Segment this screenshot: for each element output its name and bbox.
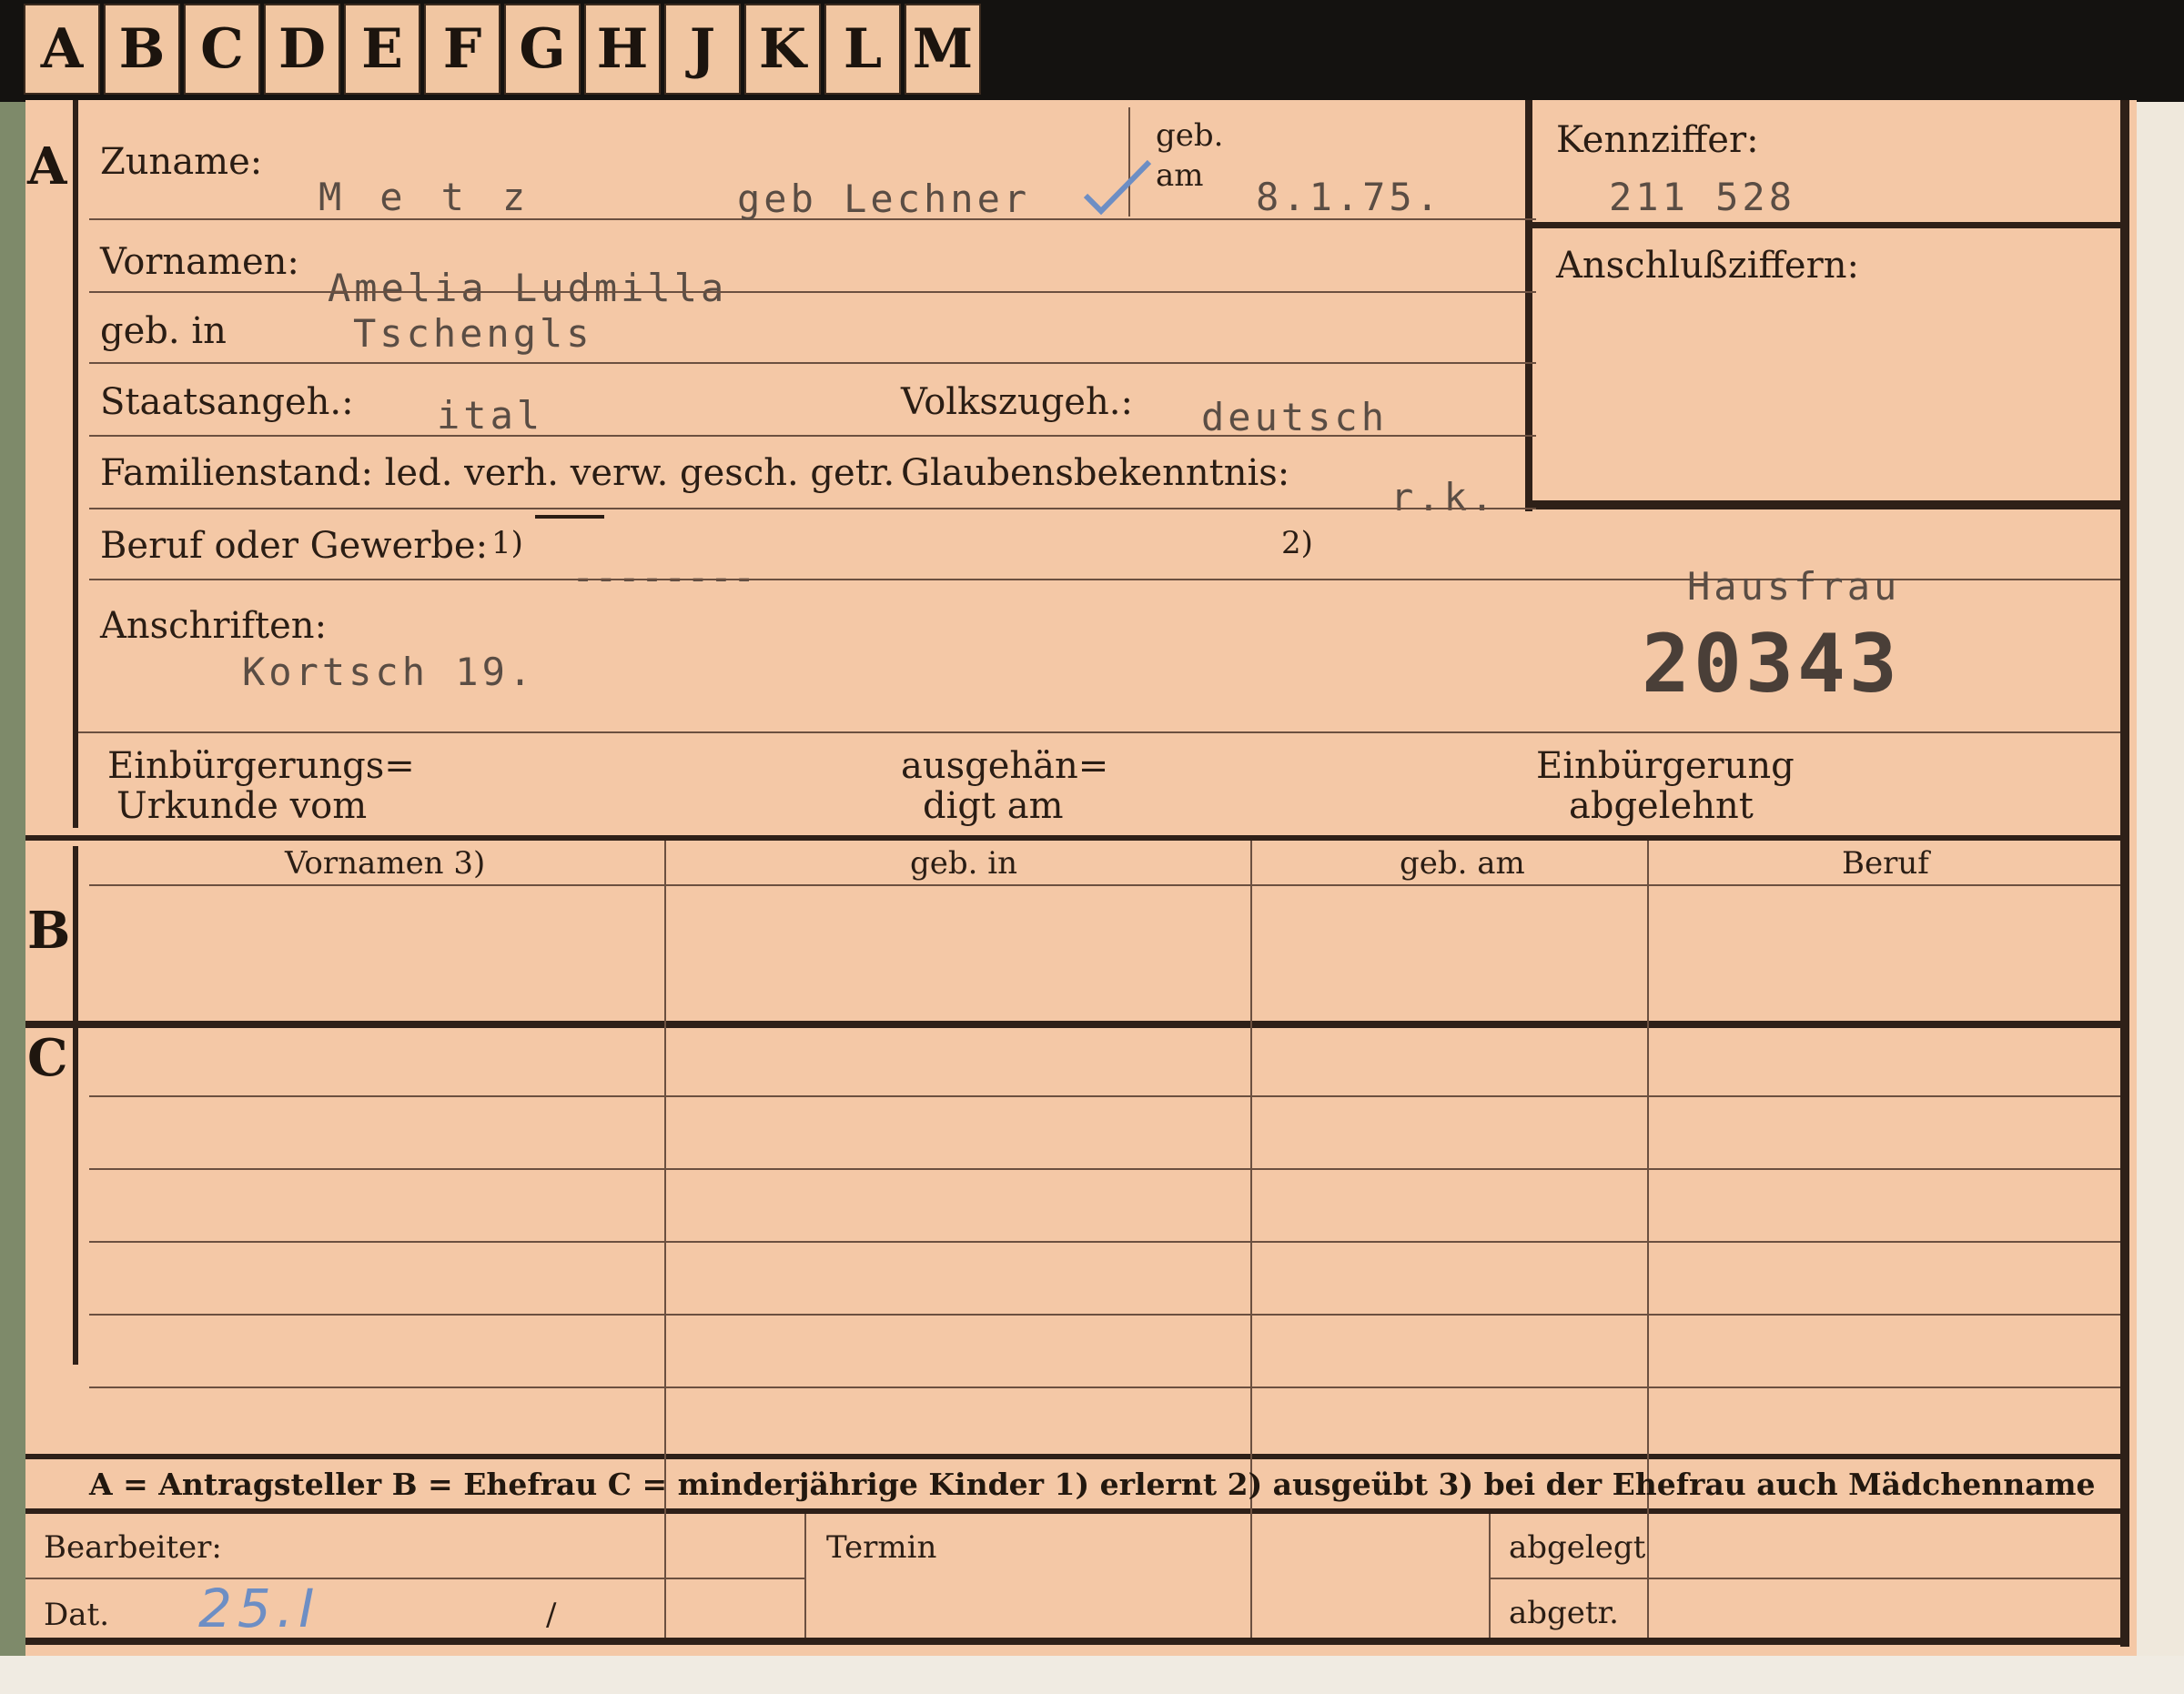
anschriften-label: Anschriften:	[100, 605, 328, 647]
vornamen-line	[89, 291, 1536, 293]
zuname-label: Zuname:	[100, 141, 263, 183]
stamp-number: 20343	[1642, 617, 1901, 711]
bearbeiter-label: Bearbeiter:	[44, 1529, 222, 1566]
familienstand-line	[89, 508, 1536, 509]
ausgehaen-label-1: ausgehän=	[901, 745, 1109, 787]
section-label-c: C	[27, 1028, 68, 1088]
divider-a-b	[25, 835, 2129, 841]
frame-right	[2120, 100, 2129, 1647]
col-header-geb-am: geb. am	[1400, 845, 1525, 882]
table-b-header-line	[89, 884, 2120, 886]
index-tab-d[interactable]: D	[264, 4, 340, 95]
einb-urkunde-label-2: Urkunde vom	[116, 785, 368, 827]
index-tab-l[interactable]: L	[824, 4, 901, 95]
frame-left-a	[73, 100, 78, 828]
table-c-row-line	[89, 1168, 2120, 1170]
glaubens-value: r.k.	[1390, 475, 1498, 519]
dat-value: 25.I	[198, 1578, 320, 1639]
frame-left-bc	[73, 846, 78, 1365]
geb-in-label: geb. in	[100, 310, 227, 352]
footer-bearbeiter-line	[25, 1578, 804, 1579]
col-header-geb-in: geb. in	[910, 845, 1018, 882]
anschluss-label: Anschlußziffern:	[1556, 245, 1859, 287]
index-tab-h[interactable]: H	[584, 4, 661, 95]
geburtsname-value: geb Lechner	[737, 176, 1031, 221]
ausgehaen-label-2: digt am	[923, 785, 1064, 827]
index-tab-c[interactable]: C	[184, 4, 260, 95]
index-tab-f[interactable]: F	[424, 4, 500, 95]
index-tab-j[interactable]: J	[664, 4, 741, 95]
kennziffer-box-divider	[1532, 222, 2120, 228]
anschrift-value: Kortsch 19.	[242, 650, 536, 694]
index-tab-m[interactable]: M	[905, 4, 981, 95]
check-mark-icon	[1083, 159, 1152, 216]
beruf-note-1: 1)	[491, 525, 523, 561]
card-left-edge	[0, 0, 25, 1694]
am-label: am	[1156, 157, 1204, 194]
beruf-label: Beruf oder Gewerbe:	[100, 525, 489, 567]
familienstand-underline-verw	[535, 515, 604, 519]
beruf-note-2: 2)	[1281, 525, 1313, 561]
kennziffer-value: 211 528	[1609, 175, 1796, 219]
divider-b-c	[25, 1021, 2129, 1028]
index-tab-g[interactable]: G	[504, 4, 581, 95]
footer-abgelegt-line	[1489, 1578, 2120, 1579]
glaubens-label: Glaubensbekenntnis:	[901, 452, 1290, 494]
beruf-dashes: --------	[571, 555, 756, 600]
vornamen-value: Amelia Ludmilla	[328, 266, 728, 310]
col-divider-2	[1250, 841, 1252, 1638]
volkszugeh-label: Volkszugeh.:	[901, 381, 1133, 423]
einb-abgelehnt-label-2: abgelehnt	[1569, 785, 1754, 827]
table-c-row-line	[89, 1241, 2120, 1243]
frame-bottom	[25, 1638, 2129, 1645]
einb-abgelehnt-label-1: Einbürgerung	[1536, 745, 1795, 787]
footer-divider-2	[1489, 1514, 1491, 1638]
geb-label: geb.	[1156, 117, 1224, 154]
abgetr-label: abgetr.	[1509, 1595, 1619, 1631]
table-c-row-line	[89, 1095, 2120, 1097]
kennziffer-label: Kennziffer:	[1556, 119, 1759, 161]
dat-label: Dat.	[44, 1597, 110, 1633]
dat-slash: /	[546, 1597, 557, 1633]
staatsangeh-label: Staatsangeh.:	[100, 381, 354, 423]
anschriften-line	[78, 731, 2120, 733]
index-tab-e[interactable]: E	[344, 4, 420, 95]
col-divider-3	[1647, 841, 1649, 1638]
section-label-b: B	[27, 901, 71, 961]
section-label-a: A	[27, 136, 67, 197]
beruf-value: Hausfrau	[1687, 564, 1901, 609]
index-tab-a[interactable]: A	[24, 4, 100, 95]
index-tabs: A B C D E F G H J K L M	[24, 4, 985, 98]
col-header-vornamen: Vornamen 3)	[285, 845, 486, 882]
legend-text: A = Antragsteller B = Ehefrau C = minder…	[89, 1467, 2096, 1502]
record-card: A B C Zuname: geb. am Metz geb Lechner 8…	[25, 100, 2137, 1656]
col-header-beruf: Beruf	[1842, 845, 1929, 882]
divider-legend-top	[25, 1454, 2129, 1459]
familienstand-label: Familienstand: led. verh. verw. gesch. g…	[100, 452, 895, 494]
index-tab-b[interactable]: B	[104, 4, 180, 95]
geb-in-line	[89, 362, 1536, 364]
kennziffer-box-left	[1525, 100, 1532, 511]
kennziffer-box-bottom	[1525, 500, 2120, 509]
geb-am-value: 8.1.75.	[1256, 175, 1443, 219]
einb-urkunde-label-1: Einbürgerungs=	[107, 745, 415, 787]
vornamen-label: Vornamen:	[100, 241, 299, 283]
table-c-row-line	[89, 1386, 2120, 1388]
volkszugeh-value: deutsch	[1201, 395, 1389, 439]
zuname-value: Metz	[318, 175, 564, 219]
abgelegt-label: abgelegt	[1509, 1529, 1646, 1566]
card-bottom-margin	[0, 1656, 2184, 1694]
staatsangeh-line	[89, 435, 1536, 437]
geb-in-value: Tschengls	[353, 311, 593, 356]
termin-label: Termin	[826, 1529, 937, 1566]
col-divider-1	[664, 841, 666, 1638]
staatsangeh-value: ital	[437, 393, 544, 438]
footer-divider-1	[804, 1514, 806, 1638]
divider-legend-bottom	[25, 1508, 2129, 1514]
index-tab-k[interactable]: K	[744, 4, 821, 95]
table-c-row-line	[89, 1314, 2120, 1316]
